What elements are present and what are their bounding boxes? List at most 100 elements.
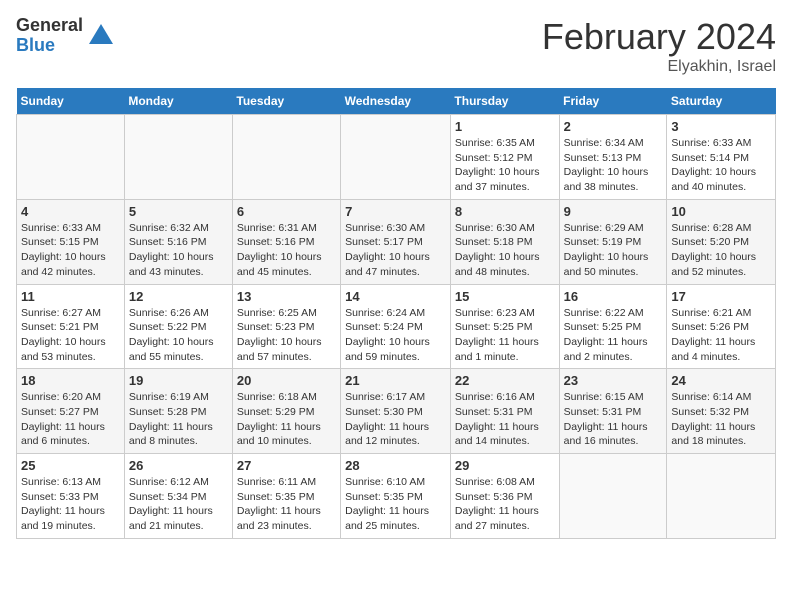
header-friday: Friday xyxy=(559,88,667,115)
calendar-cell: 19 Sunrise: 6:19 AM Sunset: 5:28 PM Dayli… xyxy=(124,369,232,454)
day-info: Sunrise: 6:17 AM Sunset: 5:30 PM Dayligh… xyxy=(345,390,446,449)
day-info: Sunrise: 6:35 AM Sunset: 5:12 PM Dayligh… xyxy=(455,136,555,195)
logo-icon xyxy=(87,22,115,50)
calendar-cell: 12 Sunrise: 6:26 AM Sunset: 5:22 PM Dayli… xyxy=(124,284,232,369)
day-info: Sunrise: 6:30 AM Sunset: 5:18 PM Dayligh… xyxy=(455,221,555,280)
day-info: Sunrise: 6:11 AM Sunset: 5:35 PM Dayligh… xyxy=(237,475,336,534)
day-info: Sunrise: 6:26 AM Sunset: 5:22 PM Dayligh… xyxy=(129,306,228,365)
calendar-cell: 6 Sunrise: 6:31 AM Sunset: 5:16 PM Daylig… xyxy=(232,199,340,284)
calendar-table: SundayMondayTuesdayWednesdayThursdayFrid… xyxy=(16,88,776,539)
page-header: General Blue February 2024 Elyakhin, Isr… xyxy=(16,16,776,76)
day-number: 2 xyxy=(564,119,663,134)
header-thursday: Thursday xyxy=(450,88,559,115)
calendar-cell: 7Sunrise: 6:30 AM Sunset: 5:17 PM Daylig… xyxy=(341,199,451,284)
day-info: Sunrise: 6:33 AM Sunset: 5:14 PM Dayligh… xyxy=(671,136,771,195)
calendar-cell: 21 Sunrise: 6:17 AM Sunset: 5:30 PM Dayli… xyxy=(341,369,451,454)
day-number: 23 xyxy=(564,373,663,388)
logo-general: General xyxy=(16,16,83,36)
day-info: Sunrise: 6:19 AM Sunset: 5:28 PM Dayligh… xyxy=(129,390,228,449)
day-info: Sunrise: 6:33 AM Sunset: 5:15 PM Dayligh… xyxy=(21,221,120,280)
day-number: 14 xyxy=(345,289,446,304)
day-number: 19 xyxy=(129,373,228,388)
day-number: 20 xyxy=(237,373,336,388)
calendar-cell: 11 Sunrise: 6:27 AM Sunset: 5:21 PM Dayli… xyxy=(17,284,125,369)
day-info: Sunrise: 6:22 AM Sunset: 5:25 PM Dayligh… xyxy=(564,306,663,365)
day-info: Sunrise: 6:29 AM Sunset: 5:19 PM Dayligh… xyxy=(564,221,663,280)
header-sunday: Sunday xyxy=(17,88,125,115)
day-info: Sunrise: 6:14 AM Sunset: 5:32 PM Dayligh… xyxy=(671,390,771,449)
day-info: Sunrise: 6:12 AM Sunset: 5:34 PM Dayligh… xyxy=(129,475,228,534)
day-info: Sunrise: 6:24 AM Sunset: 5:24 PM Dayligh… xyxy=(345,306,446,365)
day-info: Sunrise: 6:34 AM Sunset: 5:13 PM Dayligh… xyxy=(564,136,663,195)
calendar-cell: 15 Sunrise: 6:23 AM Sunset: 5:25 PM Dayli… xyxy=(450,284,559,369)
day-number: 11 xyxy=(21,289,120,304)
day-number: 3 xyxy=(671,119,771,134)
calendar-cell: 5 Sunrise: 6:32 AM Sunset: 5:16 PM Daylig… xyxy=(124,199,232,284)
day-info: Sunrise: 6:10 AM Sunset: 5:35 PM Dayligh… xyxy=(345,475,446,534)
calendar-cell: 8Sunrise: 6:30 AM Sunset: 5:18 PM Daylig… xyxy=(450,199,559,284)
calendar-cell xyxy=(232,115,340,200)
day-info: Sunrise: 6:15 AM Sunset: 5:31 PM Dayligh… xyxy=(564,390,663,449)
calendar-cell: 26 Sunrise: 6:12 AM Sunset: 5:34 PM Dayli… xyxy=(124,454,232,539)
calendar-cell: 9 Sunrise: 6:29 AM Sunset: 5:19 PM Daylig… xyxy=(559,199,667,284)
calendar-cell xyxy=(341,115,451,200)
day-info: Sunrise: 6:32 AM Sunset: 5:16 PM Dayligh… xyxy=(129,221,228,280)
day-number: 13 xyxy=(237,289,336,304)
week-row-2: 4 Sunrise: 6:33 AM Sunset: 5:15 PM Daylig… xyxy=(17,199,776,284)
month-title: February 2024 xyxy=(542,16,776,58)
day-number: 28 xyxy=(345,458,446,473)
day-number: 18 xyxy=(21,373,120,388)
calendar-cell: 14 Sunrise: 6:24 AM Sunset: 5:24 PM Dayli… xyxy=(341,284,451,369)
day-info: Sunrise: 6:31 AM Sunset: 5:16 PM Dayligh… xyxy=(237,221,336,280)
calendar-cell: 27Sunrise: 6:11 AM Sunset: 5:35 PM Dayli… xyxy=(232,454,340,539)
header-tuesday: Tuesday xyxy=(232,88,340,115)
calendar-cell: 1 Sunrise: 6:35 AM Sunset: 5:12 PM Daylig… xyxy=(450,115,559,200)
day-number: 16 xyxy=(564,289,663,304)
day-info: Sunrise: 6:20 AM Sunset: 5:27 PM Dayligh… xyxy=(21,390,120,449)
week-row-1: 1 Sunrise: 6:35 AM Sunset: 5:12 PM Daylig… xyxy=(17,115,776,200)
day-info: Sunrise: 6:16 AM Sunset: 5:31 PM Dayligh… xyxy=(455,390,555,449)
day-number: 21 xyxy=(345,373,446,388)
logo: General Blue xyxy=(16,16,115,56)
logo-blue: Blue xyxy=(16,36,83,56)
day-number: 12 xyxy=(129,289,228,304)
calendar-cell: 29 Sunrise: 6:08 AM Sunset: 5:36 PM Dayli… xyxy=(450,454,559,539)
header-saturday: Saturday xyxy=(667,88,776,115)
location: Elyakhin, Israel xyxy=(542,58,776,76)
day-number: 15 xyxy=(455,289,555,304)
day-number: 24 xyxy=(671,373,771,388)
calendar-cell xyxy=(124,115,232,200)
day-number: 29 xyxy=(455,458,555,473)
day-info: Sunrise: 6:23 AM Sunset: 5:25 PM Dayligh… xyxy=(455,306,555,365)
calendar-header-row: SundayMondayTuesdayWednesdayThursdayFrid… xyxy=(17,88,776,115)
title-section: February 2024 Elyakhin, Israel xyxy=(542,16,776,76)
calendar-cell: 28 Sunrise: 6:10 AM Sunset: 5:35 PM Dayli… xyxy=(341,454,451,539)
day-number: 4 xyxy=(21,204,120,219)
day-number: 9 xyxy=(564,204,663,219)
calendar-cell: 2 Sunrise: 6:34 AM Sunset: 5:13 PM Daylig… xyxy=(559,115,667,200)
day-info: Sunrise: 6:08 AM Sunset: 5:36 PM Dayligh… xyxy=(455,475,555,534)
day-info: Sunrise: 6:27 AM Sunset: 5:21 PM Dayligh… xyxy=(21,306,120,365)
day-number: 6 xyxy=(237,204,336,219)
calendar-cell: 24 Sunrise: 6:14 AM Sunset: 5:32 PM Dayli… xyxy=(667,369,776,454)
calendar-cell: 22 Sunrise: 6:16 AM Sunset: 5:31 PM Dayli… xyxy=(450,369,559,454)
calendar-cell: 17Sunrise: 6:21 AM Sunset: 5:26 PM Dayli… xyxy=(667,284,776,369)
header-monday: Monday xyxy=(124,88,232,115)
calendar-cell: 23 Sunrise: 6:15 AM Sunset: 5:31 PM Dayli… xyxy=(559,369,667,454)
day-info: Sunrise: 6:25 AM Sunset: 5:23 PM Dayligh… xyxy=(237,306,336,365)
calendar-cell xyxy=(559,454,667,539)
calendar-cell: 4 Sunrise: 6:33 AM Sunset: 5:15 PM Daylig… xyxy=(17,199,125,284)
day-number: 22 xyxy=(455,373,555,388)
day-number: 17 xyxy=(671,289,771,304)
day-info: Sunrise: 6:18 AM Sunset: 5:29 PM Dayligh… xyxy=(237,390,336,449)
calendar-cell: 16 Sunrise: 6:22 AM Sunset: 5:25 PM Dayli… xyxy=(559,284,667,369)
week-row-4: 18 Sunrise: 6:20 AM Sunset: 5:27 PM Dayli… xyxy=(17,369,776,454)
calendar-cell: 10Sunrise: 6:28 AM Sunset: 5:20 PM Dayli… xyxy=(667,199,776,284)
week-row-3: 11 Sunrise: 6:27 AM Sunset: 5:21 PM Dayli… xyxy=(17,284,776,369)
day-number: 7 xyxy=(345,204,446,219)
day-number: 25 xyxy=(21,458,120,473)
day-number: 26 xyxy=(129,458,228,473)
calendar-cell: 25Sunrise: 6:13 AM Sunset: 5:33 PM Dayli… xyxy=(17,454,125,539)
day-number: 1 xyxy=(455,119,555,134)
day-number: 5 xyxy=(129,204,228,219)
